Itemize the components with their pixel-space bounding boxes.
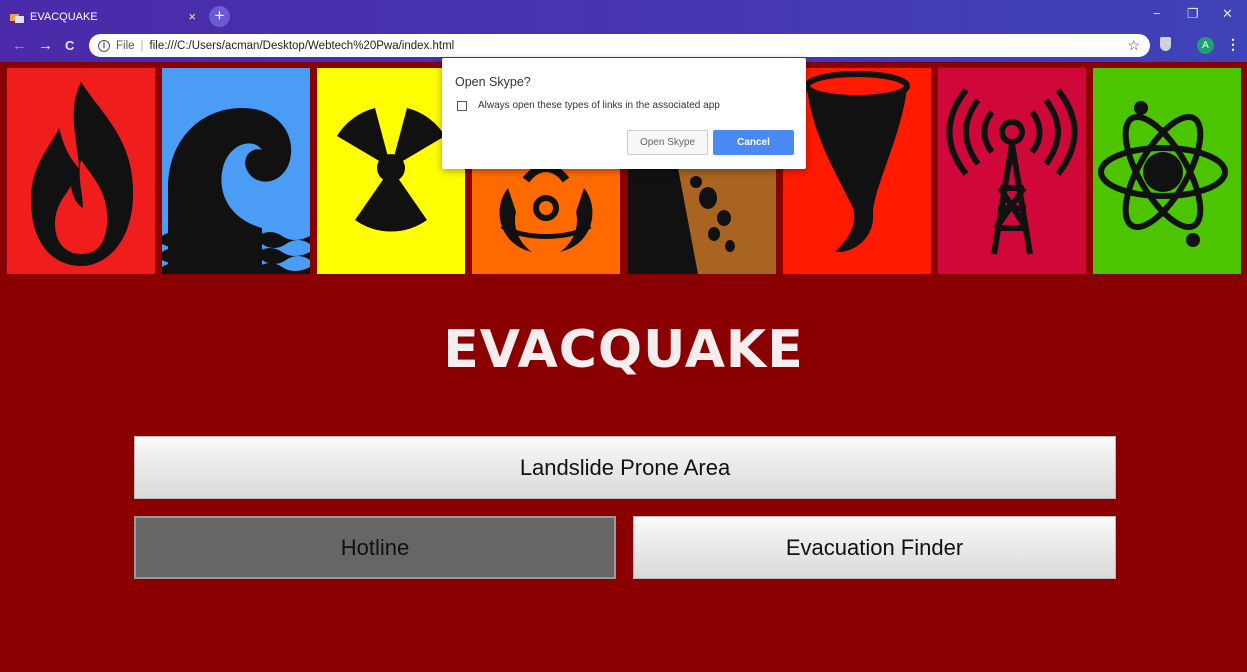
dialog-title: Open Skype?	[455, 75, 531, 89]
page-title: EVACQUAKE	[443, 320, 804, 380]
favicon-icon	[10, 12, 24, 23]
restore-icon[interactable]: ❐	[1187, 6, 1199, 22]
hotline-button[interactable]: Hotline	[134, 516, 616, 579]
reload-icon[interactable]: C	[65, 38, 74, 53]
new-tab-button[interactable]: +	[209, 6, 230, 27]
address-url[interactable]: file:///C:/Users/acman/Desktop/Webtech%2…	[150, 40, 455, 52]
signal-tower-tile	[938, 68, 1086, 274]
tsunami-tile	[162, 68, 310, 274]
atom-icon	[1098, 101, 1228, 247]
back-icon[interactable]: ←	[12, 37, 27, 54]
landslide-prone-area-button[interactable]: Landslide Prone Area	[134, 436, 1116, 499]
address-scheme: File	[116, 39, 135, 52]
forward-icon[interactable]: →	[38, 37, 53, 54]
fire-tile	[7, 68, 155, 274]
always-open-label[interactable]: Always open these types of links in the …	[478, 100, 720, 111]
always-open-checkbox[interactable]	[457, 101, 467, 111]
extension-shield-icon[interactable]	[1160, 37, 1171, 51]
open-skype-dialog: Open Skype? Always open these types of l…	[442, 58, 806, 169]
atom-tile	[1093, 68, 1241, 274]
open-skype-button[interactable]: Open Skype	[627, 130, 708, 155]
browser-titlebar: EVACQUAKE × + − ❐ ✕ ← → C i File | file:…	[0, 0, 1247, 62]
evacuation-finder-button[interactable]: Evacuation Finder	[633, 516, 1116, 579]
close-window-icon[interactable]: ✕	[1222, 6, 1233, 22]
address-row: ← → C i File | file:///C:/Users/acman/De…	[0, 33, 1247, 60]
tab-title: EVACQUAKE	[30, 11, 98, 23]
fire-icon	[31, 82, 134, 266]
bookmark-star-icon[interactable]: ☆	[1127, 37, 1140, 54]
tsunami-icon	[162, 108, 310, 274]
profile-avatar[interactable]: A	[1197, 37, 1214, 54]
signal-tower-icon	[946, 88, 1078, 255]
tab-close-icon[interactable]: ×	[188, 9, 196, 24]
menu-dots-icon[interactable]: ⋮	[1226, 36, 1240, 53]
minimize-icon[interactable]: −	[1153, 6, 1161, 21]
address-bar[interactable]: i File | file:///C:/Users/acman/Desktop/…	[89, 34, 1150, 57]
info-icon[interactable]: i	[98, 39, 110, 52]
address-separator: |	[140, 39, 144, 52]
browser-tab[interactable]: EVACQUAKE ×	[8, 5, 204, 29]
cancel-button[interactable]: Cancel	[713, 130, 794, 155]
